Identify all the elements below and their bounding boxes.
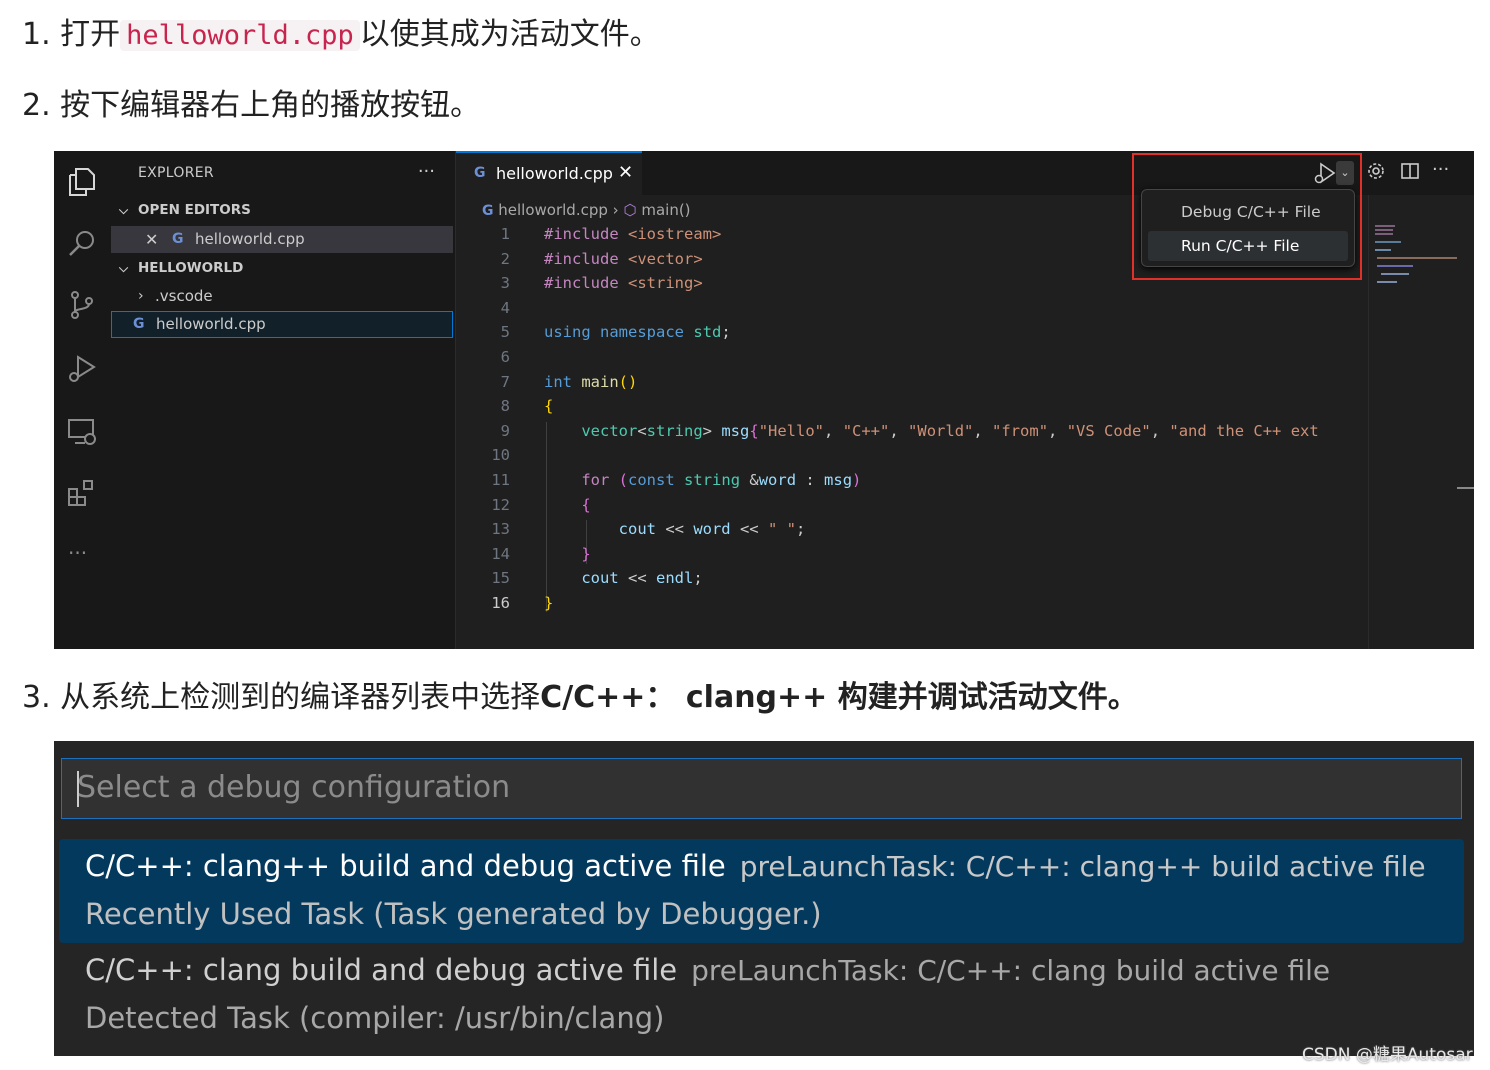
code-line: for (const string &word : msg) (581, 471, 862, 489)
remote-explorer-icon[interactable] (66, 415, 98, 447)
line-number: 6 (500, 348, 510, 366)
folder-section[interactable]: ⌵ HELLOWORLD (111, 255, 453, 282)
cpp-file-icon: G (172, 231, 184, 247)
code-line: { (581, 495, 591, 514)
search-icon[interactable] (66, 227, 98, 259)
quick-pick-item[interactable]: C/C++: clang build and debug active file… (59, 943, 1464, 1047)
step-1: 1. 打开 helloworld.cpp 以使其成为活动文件。 (22, 15, 660, 56)
line-number: 15 (491, 569, 510, 588)
explorer-title: EXPLORER (138, 165, 214, 181)
close-icon[interactable]: ✕ (618, 162, 633, 183)
explorer-icon[interactable] (66, 165, 98, 197)
line-number: 13 (491, 520, 510, 539)
gear-icon[interactable] (1366, 161, 1386, 181)
quick-pick-detail: Recently Used Task (Task generated by De… (85, 897, 822, 931)
debug-config-input[interactable]: Select a debug configuration (61, 758, 1462, 819)
quick-pick-description: preLaunchTask: C/C++: clang++ build acti… (739, 850, 1426, 883)
step-3-bold: C/C++： clang++ 构建并调试活动文件。 (540, 680, 1138, 715)
line-number: 12 (491, 495, 510, 514)
tab-label: helloworld.cpp (496, 164, 613, 183)
explorer-more-icon[interactable]: ··· (418, 161, 435, 182)
run-debug-icon[interactable] (66, 353, 98, 385)
open-editor-item[interactable]: ✕ G helloworld.cpp (111, 226, 453, 253)
vscode-window: ··· EXPLORER ··· ⌵ OPEN EDITORS ✕ G hell… (54, 151, 1474, 649)
code-line: using namespace std; (544, 323, 731, 342)
code-line: cout << endl; (581, 569, 703, 588)
explorer-sidebar: EXPLORER ··· ⌵ OPEN EDITORS ✕ G hellowor… (111, 151, 456, 649)
quick-pick-panel: Select a debug configuration C/C++: clan… (54, 741, 1474, 1056)
code-line: #include <string> (544, 274, 703, 293)
step-2: 2. 按下编辑器右上角的播放按钮。 (22, 88, 481, 123)
quick-pick-label: C/C++: clang build and debug active file (85, 953, 678, 987)
open-editor-filename: helloworld.cpp (195, 230, 305, 248)
line-number: 11 (491, 471, 510, 489)
source-control-icon[interactable] (66, 289, 98, 321)
line-number: 10 (491, 446, 510, 465)
chevron-right-icon: › (138, 288, 144, 304)
quick-pick-description: preLaunchTask: C/C++: clang build active… (691, 954, 1331, 987)
tree-item-vscode[interactable]: › .vscode (111, 283, 453, 310)
code-line: cout << word << " "; (618, 520, 806, 539)
more-icon[interactable]: ··· (68, 541, 87, 565)
symbol-method-icon: ⬡ (623, 201, 637, 219)
code-line: int main() (544, 372, 638, 391)
code-line: { (544, 397, 554, 416)
tree-item-helloworld[interactable]: G helloworld.cpp (111, 311, 453, 338)
tab-helloworld[interactable]: G helloworld.cpp ✕ (456, 151, 642, 195)
watermark: CSDN @糖果Autosar (1302, 1045, 1473, 1065)
tree-item-label: helloworld.cpp (156, 315, 266, 333)
minimap[interactable] (1368, 195, 1474, 649)
line-number: 4 (500, 298, 510, 317)
step-1-number: 1. (22, 17, 51, 52)
line-number: 7 (500, 372, 510, 391)
line-number: 8 (500, 397, 510, 416)
code-line: } (544, 594, 554, 612)
open-editors-label: OPEN EDITORS (138, 202, 251, 218)
activity-bar: ··· (54, 151, 111, 649)
breadcrumb-file[interactable]: helloworld.cpp (498, 201, 608, 219)
line-number-current: 16 (491, 594, 510, 612)
step-1-code: helloworld.cpp (120, 20, 360, 51)
line-number: 5 (500, 323, 510, 342)
open-editors-section[interactable]: ⌵ OPEN EDITORS (111, 197, 453, 224)
breadcrumb: G helloworld.cpp › ⬡ main() (482, 201, 691, 219)
highlight-box (1132, 153, 1362, 280)
debug-config-placeholder: Select a debug configuration (77, 770, 511, 805)
quick-pick-item[interactable]: C/C++: clang++ build and debug active fi… (59, 839, 1464, 943)
chevron-down-icon: ⌵ (119, 261, 129, 275)
cpp-file-icon: G (474, 165, 486, 181)
breadcrumb-separator-icon: › (612, 201, 624, 219)
line-number: 1 (500, 225, 510, 243)
code-line: vector<string> msg{"Hello", "C++", "Worl… (581, 421, 1319, 440)
tree-item-label: .vscode (155, 287, 213, 305)
code-line: #include <iostream> (544, 225, 722, 243)
chevron-down-icon: ⌵ (119, 203, 129, 217)
cpp-file-icon: G (133, 316, 145, 332)
extensions-icon[interactable] (66, 477, 98, 509)
line-number: 14 (491, 544, 510, 563)
text-cursor (77, 771, 79, 807)
code-line: } (581, 544, 591, 563)
step-1-text-pre: 打开 (60, 17, 121, 52)
line-number: 3 (500, 274, 510, 293)
quick-pick-label: C/C++: clang++ build and debug active fi… (85, 849, 726, 883)
line-number: 2 (500, 249, 510, 268)
close-icon[interactable]: ✕ (145, 226, 158, 253)
quick-pick-detail: Detected Task (compiler: /usr/bin/clang) (85, 1001, 665, 1035)
scrollbar-thumb[interactable] (1457, 487, 1474, 489)
step-3: 3. 从系统上检测到的编译器列表中选择C/C++： clang++ 构建并调试活… (22, 678, 1138, 718)
folder-label: HELLOWORLD (138, 260, 244, 276)
cpp-file-icon: G (482, 203, 494, 219)
breadcrumb-symbol[interactable]: main() (641, 201, 690, 219)
more-actions-icon[interactable]: ··· (1432, 159, 1449, 180)
code-line: #include <vector> (544, 249, 703, 268)
split-editor-icon[interactable] (1400, 161, 1420, 181)
step-1-text-post: 以使其成为活动文件。 (359, 17, 660, 52)
line-number: 9 (500, 421, 510, 440)
step-3-text: 3. 从系统上检测到的编译器列表中选择 (22, 680, 541, 715)
